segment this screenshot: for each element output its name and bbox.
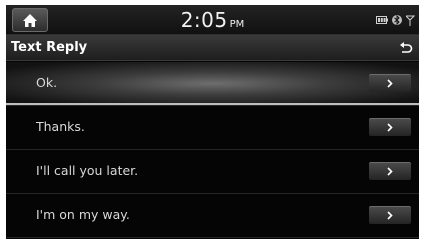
reply-item[interactable]: I'm on my way. <box>6 194 419 238</box>
battery-icon <box>376 16 388 24</box>
signal-icon <box>406 15 415 26</box>
chevron-right-icon <box>387 167 393 176</box>
reply-item[interactable]: Thanks. <box>6 106 419 150</box>
reply-label: I'll call you later. <box>36 163 139 178</box>
page-title: Text Reply <box>11 40 88 55</box>
reply-arrow-button[interactable] <box>369 206 411 224</box>
reply-label: Thanks. <box>36 119 85 134</box>
reply-arrow-button[interactable] <box>369 74 411 92</box>
chevron-right-icon <box>387 123 393 132</box>
reply-arrow-button[interactable] <box>369 162 411 180</box>
status-icons <box>376 13 415 27</box>
title-bar: Text Reply <box>6 35 419 61</box>
chevron-right-icon <box>387 211 393 220</box>
back-button[interactable] <box>395 38 417 58</box>
reply-arrow-button[interactable] <box>369 118 411 136</box>
clock-am-pm: PM <box>229 19 245 30</box>
status-bar: 2:05 PM <box>6 5 419 35</box>
head-unit-display: 2:05 PM Text Reply Ok. Thanks. I'll call… <box>6 5 419 239</box>
screen: 2:05 PM Text Reply Ok. Thanks. I'll call… <box>0 0 425 243</box>
reply-label: I'm on my way. <box>36 207 130 222</box>
back-icon <box>400 42 413 53</box>
clock: 2:05 PM <box>6 8 419 32</box>
reply-label: Ok. <box>36 75 58 90</box>
clock-time: 2:05 <box>180 8 228 32</box>
chevron-right-icon <box>387 79 393 88</box>
reply-item[interactable]: Ok. <box>6 62 419 106</box>
reply-list: Ok. Thanks. I'll call you later. I'm on … <box>6 62 419 239</box>
bluetooth-icon <box>392 14 402 26</box>
reply-item[interactable]: I'll call you later. <box>6 150 419 194</box>
